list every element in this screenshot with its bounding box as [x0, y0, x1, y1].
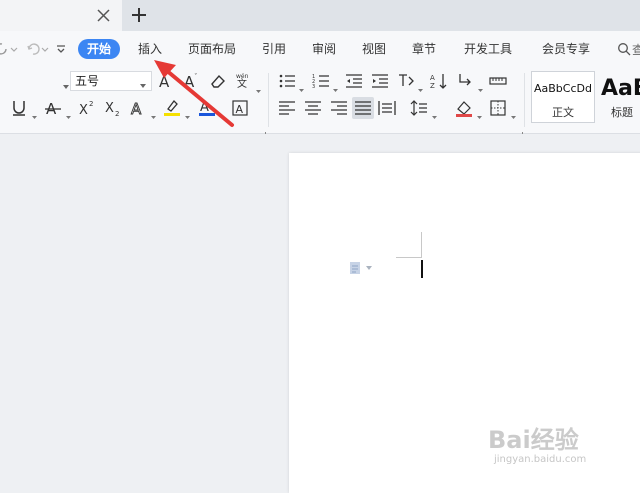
- tab-developer[interactable]: 开发工具: [464, 40, 512, 59]
- superscript-icon[interactable]: X2: [78, 99, 96, 117]
- customize-toolbar-icon[interactable]: [53, 41, 69, 57]
- style-label: 正文: [552, 106, 574, 119]
- redo-icon[interactable]: [0, 41, 10, 57]
- close-icon[interactable]: [95, 7, 112, 24]
- ribbon: 五号 A Aˇ wén 文 A X2 X2 A A A 1 2 3 A Z Aa…: [0, 67, 640, 138]
- decrease-indent-icon[interactable]: [345, 72, 363, 90]
- align-right-icon[interactable]: [330, 99, 348, 117]
- tab-chapter[interactable]: 章节: [412, 40, 436, 59]
- search-icon[interactable]: [617, 41, 631, 56]
- align-center-icon[interactable]: [304, 99, 322, 117]
- margin-marker: [396, 257, 422, 258]
- strikethrough-icon[interactable]: A: [44, 99, 62, 117]
- menu-bar: 开始 插入 页面布局 引用 审阅 视图 章节 开发工具 会员专享: [0, 31, 640, 67]
- text-cursor: [421, 260, 423, 278]
- tab-membership[interactable]: 会员专享: [542, 40, 590, 59]
- chevron-down-icon[interactable]: [65, 106, 72, 119]
- show-marks-icon[interactable]: [456, 72, 474, 90]
- tab-view[interactable]: 视图: [362, 40, 386, 59]
- chevron-down-icon[interactable]: [477, 79, 484, 92]
- chevron-down-icon[interactable]: [255, 80, 262, 93]
- plus-icon[interactable]: [130, 6, 148, 24]
- font-name-dropdown-icon[interactable]: [62, 76, 70, 89]
- svg-text:A: A: [430, 74, 435, 82]
- increase-indent-icon[interactable]: [371, 72, 389, 90]
- ruler-icon[interactable]: [489, 72, 507, 90]
- chevron-down-icon[interactable]: [10, 41, 18, 57]
- style-label: 标题: [611, 106, 633, 119]
- numbered-list-icon[interactable]: 123: [312, 72, 330, 90]
- tab-strip: [0, 0, 640, 31]
- watermark-logo: Bai经验: [488, 426, 579, 454]
- chevron-down-icon[interactable]: [431, 106, 438, 119]
- annotation-arrow: [154, 60, 234, 127]
- style-sample: AaBbCcDd: [534, 82, 592, 95]
- shading-icon[interactable]: [455, 99, 473, 117]
- font-dialog-launcher-icon[interactable]: [260, 123, 266, 138]
- borders-icon[interactable]: [489, 99, 507, 117]
- paragraph-layout-icon[interactable]: [348, 260, 374, 276]
- font-size-value: 五号: [75, 74, 100, 88]
- svg-text:X: X: [79, 103, 88, 117]
- text-direction-icon[interactable]: [397, 72, 415, 90]
- chevron-down-icon[interactable]: [31, 106, 38, 119]
- paragraph-dialog-launcher-icon[interactable]: [517, 123, 523, 138]
- svg-text:2: 2: [89, 100, 93, 108]
- style-heading[interactable]: AaB 标题: [596, 71, 640, 123]
- tab-references[interactable]: 引用: [262, 40, 286, 59]
- svg-text:3: 3: [312, 84, 315, 90]
- document-tab[interactable]: [0, 0, 122, 31]
- bullet-list-icon[interactable]: [278, 72, 296, 90]
- svg-text:2: 2: [115, 110, 119, 117]
- distribute-icon[interactable]: [378, 99, 396, 117]
- watermark: Bai经验 jingyan.baidu.com: [488, 410, 638, 472]
- line-spacing-icon[interactable]: [410, 99, 428, 117]
- divider: [268, 73, 269, 127]
- align-left-icon[interactable]: [278, 99, 296, 117]
- chevron-down-icon[interactable]: [476, 106, 483, 119]
- svg-text:X: X: [105, 101, 114, 116]
- chevron-down-icon[interactable]: [298, 79, 305, 92]
- tab-home[interactable]: 开始: [78, 39, 121, 59]
- margin-marker: [421, 232, 422, 258]
- tab-review[interactable]: 审阅: [312, 40, 336, 59]
- justify-icon[interactable]: [352, 97, 374, 119]
- svg-text:Z: Z: [430, 82, 435, 90]
- chevron-down-icon[interactable]: [332, 79, 339, 92]
- sort-icon[interactable]: AZ: [430, 72, 448, 90]
- watermark-url: jingyan.baidu.com: [494, 454, 587, 465]
- subscript-icon[interactable]: X2: [104, 99, 122, 117]
- underline-icon[interactable]: [10, 99, 28, 117]
- chevron-down-icon[interactable]: [510, 106, 517, 119]
- chevron-down-icon[interactable]: [417, 79, 424, 92]
- style-sample: AaB: [601, 76, 640, 101]
- divider: [524, 73, 525, 127]
- style-normal[interactable]: AaBbCcDd 正文: [531, 71, 595, 123]
- chevron-down-icon[interactable]: [41, 41, 49, 57]
- search-label[interactable]: 查: [632, 41, 640, 58]
- undo-icon[interactable]: [25, 41, 41, 57]
